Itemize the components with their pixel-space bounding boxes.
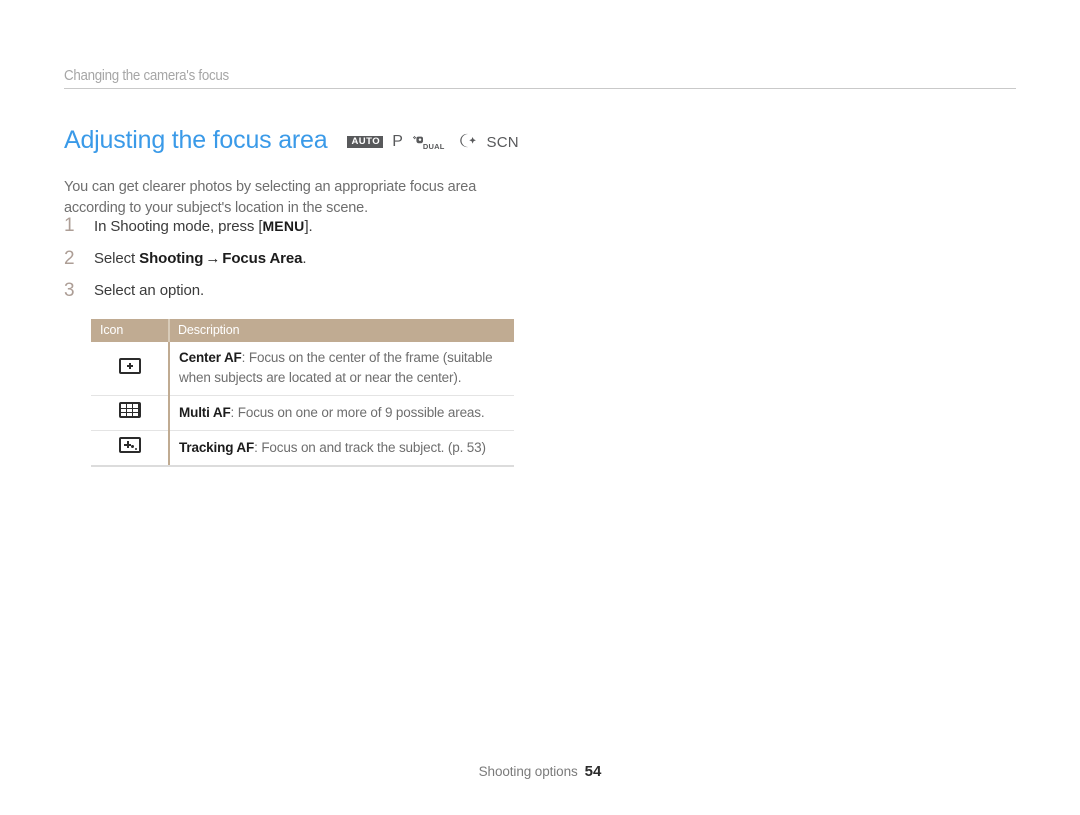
menu-path-focus-area: Focus Area: [222, 250, 303, 267]
step-list: 1 In Shooting mode, press [MENU]. 2 Sele…: [64, 216, 534, 313]
step-number: 1: [64, 215, 75, 236]
table-cell-description: Center AF: Focus on the center of the fr…: [168, 342, 514, 396]
focus-area-options-table: Icon Description Center AF: Focus on the…: [91, 319, 514, 467]
center-af-icon: [118, 357, 141, 374]
option-term: Center AF: [179, 350, 242, 365]
menu-path-shooting: Shooting: [139, 250, 204, 267]
scene-mode-icon: SCN: [486, 133, 519, 151]
table-row: Multi AF: Focus on one or more of 9 poss…: [91, 395, 514, 431]
option-description: : Focus on one or more of 9 possible are…: [230, 404, 485, 420]
page-title: Adjusting the focus area: [64, 126, 328, 154]
auto-mode-icon: AUTO: [347, 136, 384, 148]
table-row: Tracking AF: Focus on and track the subj…: [91, 430, 514, 467]
step-item: 2 Select Shooting → Focus Area.: [64, 249, 534, 269]
menu-key-label: MENU: [262, 218, 305, 234]
step-text-prefix: In Shooting mode, press [: [94, 218, 263, 235]
running-header-text: Changing the camera's focus: [64, 68, 229, 84]
step-text-suffix: .: [302, 250, 307, 267]
intro-paragraph: You can get clearer photos by selecting …: [64, 178, 477, 216]
table-row: Center AF: Focus on the center of the fr…: [91, 342, 514, 396]
night-mode-icon: [456, 133, 478, 151]
table-cell-icon: [91, 430, 169, 467]
program-mode-icon: P: [392, 132, 403, 150]
supported-mode-icons: AUTO P DUAL SCN: [347, 132, 519, 152]
step-item: 1 In Shooting mode, press [MENU].: [64, 216, 534, 237]
step-number: 2: [64, 248, 75, 269]
step-number: 3: [64, 280, 75, 301]
option-description: : Focus on and track the subject. (p. 53…: [254, 439, 486, 455]
table-header-row: Icon Description: [91, 319, 514, 342]
step-text: Select Shooting → Focus Area.: [94, 249, 307, 269]
header-divider: [64, 88, 1016, 89]
step-text: In Shooting mode, press [MENU].: [94, 216, 313, 237]
footer-section-label: Shooting options: [478, 764, 578, 779]
dual-label: DUAL: [422, 142, 445, 152]
column-header-icon: Icon: [91, 319, 169, 342]
option-term: Tracking AF: [179, 439, 255, 455]
option-term: Multi AF: [179, 404, 231, 420]
table-header: Icon Description: [91, 319, 514, 342]
page-footer: Shooting options 54: [0, 763, 1080, 781]
table-body: Center AF: Focus on the center of the fr…: [91, 342, 514, 467]
table-cell-description: Multi AF: Focus on one or more of 9 poss…: [168, 395, 514, 431]
multi-af-icon: [118, 402, 141, 418]
step-item: 3 Select an option.: [64, 281, 534, 301]
tracking-af-icon: [118, 437, 141, 453]
arrow-right-icon: →: [205, 250, 221, 267]
step-text-suffix: ].: [304, 218, 313, 235]
step-text: Select an option.: [94, 282, 205, 299]
column-header-description: Description: [168, 319, 514, 342]
table-cell-icon: [91, 342, 169, 396]
dual-is-mode-icon: DUAL: [412, 135, 447, 152]
running-header: Changing the camera's focus: [64, 68, 1016, 89]
table-cell-description: Tracking AF: Focus on and track the subj…: [168, 430, 514, 467]
section-title-row: Adjusting the focus area AUTO P DUAL SCN: [64, 128, 519, 153]
step-text-prefix: Select: [94, 250, 140, 267]
manual-page: Changing the camera's focus Adjusting th…: [0, 0, 1080, 815]
footer-page-number: 54: [584, 763, 602, 780]
table-cell-icon: [91, 395, 169, 431]
